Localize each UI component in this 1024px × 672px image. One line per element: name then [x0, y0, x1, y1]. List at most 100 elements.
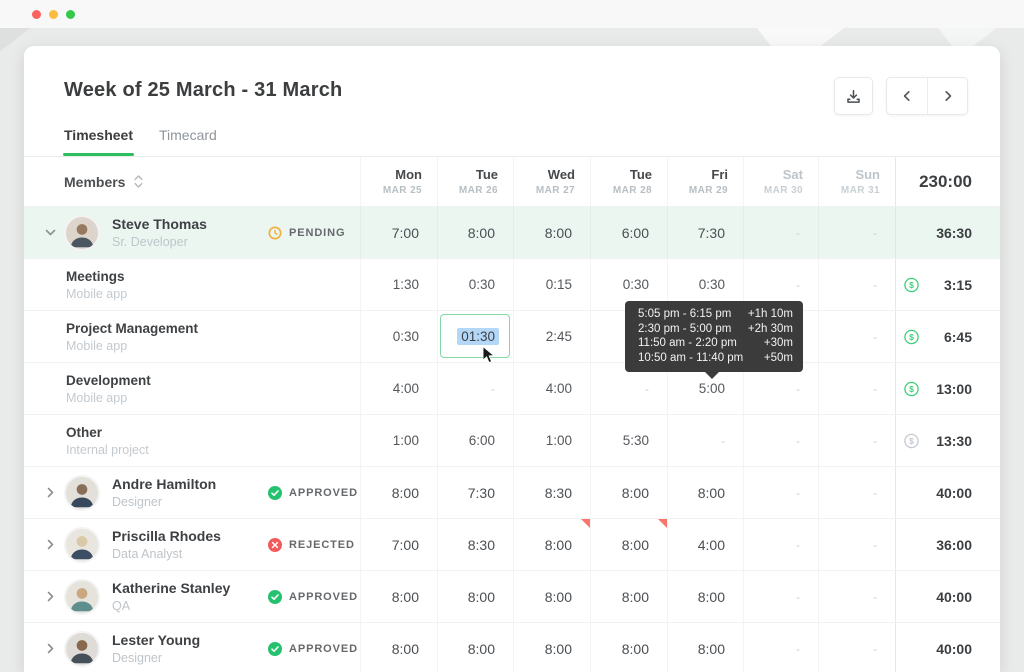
chevron-down-icon[interactable] [44, 227, 56, 238]
day-column-header-mon: MonMAR 25 [360, 157, 437, 206]
time-cell[interactable]: 4:00 [667, 519, 743, 570]
time-cell[interactable]: 4:00 [513, 363, 590, 414]
time-cell[interactable]: 8:00 [513, 623, 590, 672]
time-cell[interactable]: - [743, 571, 818, 622]
chevron-right-icon[interactable] [44, 487, 56, 498]
time-cell[interactable]: 8:00 [590, 623, 667, 672]
svg-text:$: $ [909, 384, 914, 394]
time-cell[interactable]: 2:45 [513, 311, 590, 362]
project-cell: Other Internal project [24, 415, 360, 466]
time-cell[interactable]: - [818, 311, 895, 362]
time-cell[interactable]: 0:15 [513, 259, 590, 310]
week-nav [886, 77, 968, 115]
time-cell[interactable]: - [437, 363, 513, 414]
time-cell[interactable]: 8:00 [513, 571, 590, 622]
member-cell[interactable]: Priscilla Rhodes Data Analyst REJECTED [24, 519, 360, 570]
tab-timesheet[interactable]: Timesheet [64, 127, 133, 156]
time-cell[interactable]: 8:30 [513, 467, 590, 518]
time-cell[interactable]: 6:00 [590, 207, 667, 258]
row-katherine-stanley: Katherine Stanley QA APPROVED 8:00 8:00 … [24, 571, 1000, 623]
time-cell[interactable]: 8:00 [590, 467, 667, 518]
time-cell[interactable]: 8:00 [360, 467, 437, 518]
time-cell[interactable]: 1:00 [360, 415, 437, 466]
member-cell[interactable]: Lester Young Designer APPROVED [24, 623, 360, 672]
time-cell[interactable]: 8:30 [437, 519, 513, 570]
time-cell[interactable]: 8:00 [437, 207, 513, 258]
time-cell[interactable]: 7:00 [360, 207, 437, 258]
time-cell[interactable]: 7:30 [437, 467, 513, 518]
time-cell[interactable]: 6:00 [437, 415, 513, 466]
member-cell[interactable]: Steve Thomas Sr. Developer PENDING [24, 207, 360, 258]
member-name: Lester Young [112, 632, 200, 648]
rejected-icon [268, 538, 282, 552]
time-cell[interactable]: 5:30 [590, 415, 667, 466]
status-badge: APPROVED [268, 642, 358, 656]
time-cell[interactable]: - [818, 623, 895, 672]
member-role: Data Analyst [112, 547, 221, 561]
time-cell[interactable]: 8:00 [513, 207, 590, 258]
day-column-header-tue: TueMAR 26 [437, 157, 513, 206]
minimize-window-icon[interactable] [49, 10, 58, 19]
member-role: Sr. Developer [112, 235, 207, 249]
time-cell[interactable]: 7:00 [360, 519, 437, 570]
member-name: Steve Thomas [112, 216, 207, 232]
time-cell[interactable]: 1:00 [513, 415, 590, 466]
member-cell[interactable]: Katherine Stanley QA APPROVED [24, 571, 360, 622]
maximize-window-icon[interactable] [66, 10, 75, 19]
time-cell[interactable]: 0:30 [360, 311, 437, 362]
status-badge: PENDING [268, 226, 345, 240]
project-name: Mobile app [66, 391, 127, 405]
time-cell[interactable]: 8:00 [667, 623, 743, 672]
row-total: 36:00 [895, 519, 1000, 570]
close-window-icon[interactable] [32, 10, 41, 19]
time-cell[interactable]: - [818, 415, 895, 466]
time-cell[interactable]: 7:30 [667, 207, 743, 258]
toolbar [834, 77, 968, 115]
time-cell[interactable]: - [743, 467, 818, 518]
time-cell-flagged[interactable]: 8:00 [590, 519, 667, 570]
chevron-right-icon[interactable] [44, 591, 56, 602]
tabs: Timesheet Timecard [64, 127, 217, 156]
time-cell-flagged[interactable]: 8:00 [513, 519, 590, 570]
sort-icon[interactable] [134, 175, 143, 188]
member-name: Andre Hamilton [112, 476, 216, 492]
download-button[interactable] [834, 77, 873, 115]
time-cell[interactable]: - [818, 467, 895, 518]
time-cell[interactable]: - [818, 519, 895, 570]
time-cell[interactable]: - [818, 571, 895, 622]
chevron-right-icon[interactable] [44, 539, 56, 550]
time-cell[interactable]: 8:00 [360, 571, 437, 622]
time-cell[interactable]: 8:00 [667, 467, 743, 518]
rejected-flag-icon [658, 519, 667, 528]
tab-timecard[interactable]: Timecard [159, 127, 217, 156]
table-header-row: Members MonMAR 25 TueMAR 26 WedMAR 27 Tu… [24, 157, 1000, 207]
time-cell[interactable]: 4:00 [360, 363, 437, 414]
project-name: Internal project [66, 443, 149, 457]
download-icon [845, 88, 862, 105]
time-cell[interactable]: - [743, 207, 818, 258]
chevron-right-icon[interactable] [44, 643, 56, 654]
time-cell[interactable]: - [818, 363, 895, 414]
time-cell[interactable]: - [743, 415, 818, 466]
next-week-button[interactable] [927, 78, 967, 114]
member-role: Designer [112, 651, 200, 665]
time-cell[interactable]: 8:00 [590, 571, 667, 622]
time-cell[interactable]: - [743, 519, 818, 570]
time-cell[interactable]: 8:00 [437, 623, 513, 672]
row-steve-thomas: Steve Thomas Sr. Developer PENDING 7:00 … [24, 207, 1000, 259]
time-cell[interactable]: - [818, 207, 895, 258]
time-cell[interactable]: 8:00 [360, 623, 437, 672]
member-cell[interactable]: Andre Hamilton Designer APPROVED [24, 467, 360, 518]
time-cell[interactable]: - [667, 415, 743, 466]
time-cell[interactable]: 1:30 [360, 259, 437, 310]
members-column-header[interactable]: Members [24, 157, 360, 206]
time-cell[interactable]: - [743, 623, 818, 672]
approved-icon [268, 642, 282, 656]
time-input[interactable]: 01:30 [440, 314, 510, 358]
time-cell[interactable]: 8:00 [667, 571, 743, 622]
time-cell[interactable]: 8:00 [437, 571, 513, 622]
time-cell[interactable]: - [818, 259, 895, 310]
approved-icon [268, 486, 282, 500]
time-cell[interactable]: 0:30 [437, 259, 513, 310]
prev-week-button[interactable] [887, 78, 927, 114]
